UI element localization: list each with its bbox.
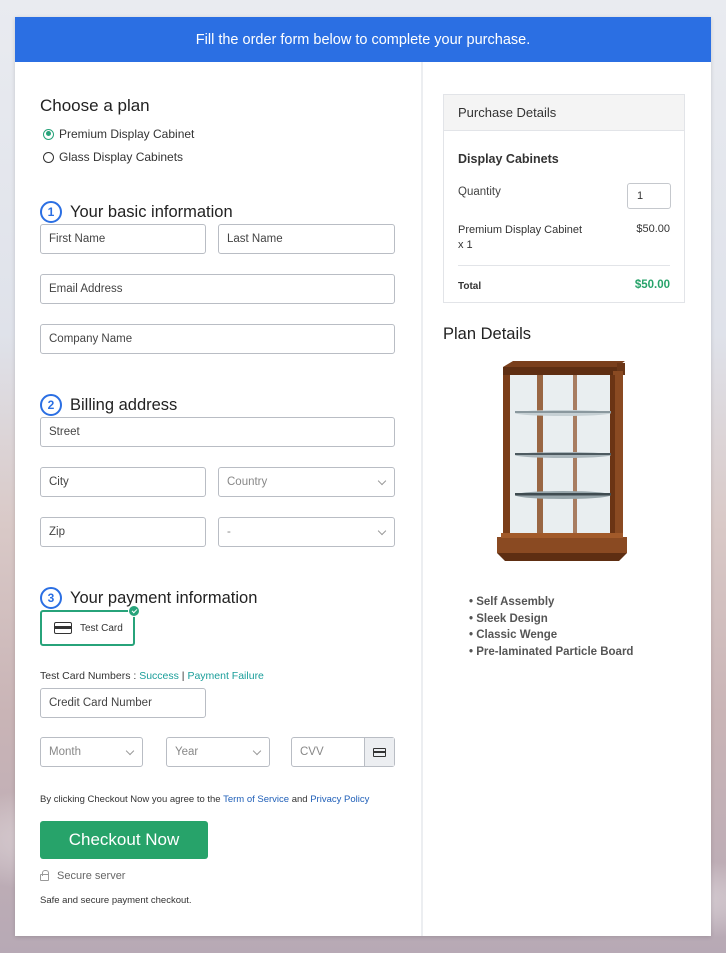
divider [458,265,670,266]
street-input[interactable]: Street [40,417,395,447]
total-label: Total [458,281,482,292]
chevron-down-icon [377,476,387,486]
terms-of-service-link[interactable]: Term of Service [223,794,289,805]
chevron-down-icon [252,746,262,756]
section-title: Billing address [70,395,178,414]
top-banner: Fill the order form below to complete yo… [15,17,711,62]
step-number-2: 2 [40,394,62,416]
section-title: Your payment information [70,588,258,607]
year-select-value: Year [175,746,199,758]
safe-checkout-text: Safe and secure payment checkout. [40,895,192,906]
secure-server: Secure server [40,870,125,882]
email-input[interactable]: Email Address [40,274,395,304]
secure-server-text: Secure server [57,870,126,882]
banner-text: Fill the order form below to complete yo… [195,31,531,48]
line-item-price: $50.00 [636,223,670,235]
total-amount: $50.00 [634,279,670,291]
checkout-now-button[interactable]: Checkout Now [40,821,208,859]
feature-item: Sleek Design [469,611,633,628]
year-select[interactable]: Year [166,737,270,767]
success-link[interactable]: Success [139,670,179,682]
country-select[interactable]: Country [218,467,395,497]
plan-option-glass[interactable]: Glass Display Cabinets [43,150,183,164]
lock-icon [40,870,49,881]
step-number-1: 1 [40,201,62,223]
terms-prefix: By clicking Checkout Now you agree to th… [40,794,224,805]
quantity-label: Quantity [458,186,501,198]
choose-plan-heading: Choose a plan [40,96,150,115]
summary-panel: Purchase Details Display Cabinets Quanti… [423,62,711,936]
order-form: Choose a plan Premium Display Cabinet Gl… [15,62,421,936]
plan-option-premium[interactable]: Premium Display Cabinet [43,127,194,141]
first-name-input[interactable]: First Name [40,224,206,254]
payment-failure-link[interactable]: Payment Failure [187,670,263,682]
chevron-down-icon [125,746,135,756]
card-number-input[interactable]: Credit Card Number [40,688,206,718]
terms-and: and [289,794,311,805]
cvv-placeholder: CVV [300,746,324,758]
check-icon [128,605,140,617]
line-item: Premium Display Cabinet x 1 [458,223,598,253]
month-select[interactable]: Month [40,737,143,767]
credit-card-icon [54,622,72,634]
test-numbers-label: Test Card Numbers : [40,670,140,682]
plan-option-label: Glass Display Cabinets [59,150,184,164]
product-title: Display Cabinets [458,152,559,166]
order-form-card: Fill the order form below to complete yo… [15,17,711,936]
test-card-option[interactable]: Test Card [40,605,140,646]
line-item-qty: x 1 [458,239,473,251]
country-select-value: Country [227,476,268,488]
plan-details-heading: Plan Details [443,325,532,343]
feature-item: Classic Wenge [469,627,633,644]
cvv-input[interactable]: CVV [291,737,395,767]
radio-unselected-icon[interactable] [43,151,54,163]
purchase-details-heading: Purchase Details [444,95,684,131]
test-card-label: Test Card [80,622,123,634]
section-billing: 2 Billing address [40,394,177,416]
feature-item: Pre-laminated Particle Board [469,644,633,661]
radio-selected-icon[interactable] [43,128,54,140]
chevron-down-icon [377,526,387,536]
line-item-name: Premium Display Cabinet [458,224,583,236]
test-card-numbers: Test Card Numbers : Success | Payment Fa… [40,670,264,682]
plan-option-label: Premium Display Cabinet [59,127,195,141]
month-select-value: Month [49,746,81,758]
company-input[interactable]: Company Name [40,324,395,354]
city-input[interactable]: City [40,467,206,497]
terms-text: By clicking Checkout Now you agree to th… [40,794,369,805]
step-number-3: 3 [40,587,62,609]
section-title: Your basic information [70,202,233,221]
last-name-input[interactable]: Last Name [218,224,395,254]
feature-list: Self Assembly Sleek Design Classic Wenge… [469,594,633,661]
quantity-input[interactable]: 1 [627,183,671,209]
purchase-details-box: Purchase Details Display Cabinets Quanti… [443,94,685,303]
state-select-value: - [227,526,231,538]
section-basic-info: 1 Your basic information [40,201,233,223]
display-cabinet-image [497,361,627,561]
section-payment: 3 Your payment information [40,587,257,609]
feature-item: Self Assembly [469,594,633,611]
state-select[interactable]: - [218,517,395,547]
privacy-policy-link[interactable]: Privacy Policy [310,794,369,805]
zip-input[interactable]: Zip [40,517,206,547]
cvv-card-icon [364,738,394,766]
